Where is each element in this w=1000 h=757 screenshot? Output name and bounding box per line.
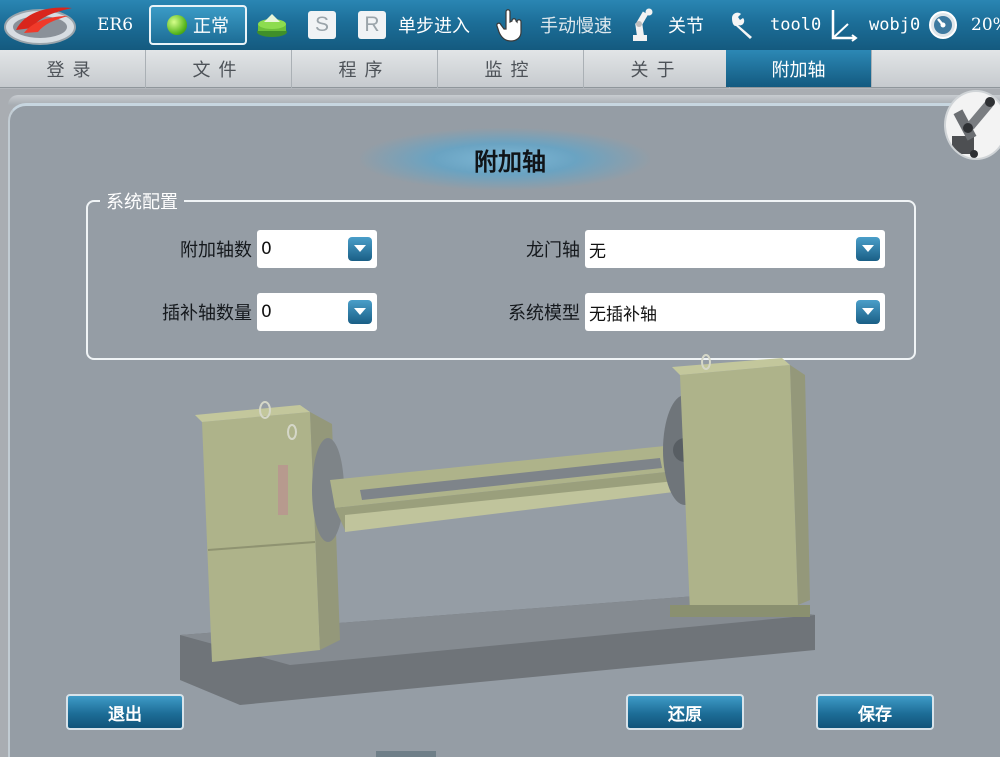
tool-name[interactable]: tool0 [770, 0, 821, 50]
robot-arm-icon[interactable] [627, 0, 661, 50]
extra-axis-count-select[interactable]: 0 [257, 230, 377, 268]
chevron-down-icon[interactable] [856, 300, 880, 324]
system-model-label: 系统模型 [508, 303, 580, 324]
robot-name: ER6 [97, 15, 134, 35]
robot-state-label: 正常 [193, 16, 229, 37]
interp-axis-count-value: 0 [261, 302, 272, 322]
robot-arm-badge-icon[interactable] [944, 90, 1000, 160]
main-menu-bar: 登录 文件 程序 监控 关于 附加轴 [0, 50, 1000, 88]
system-config-group [86, 200, 916, 360]
system-model-value: 无插补轴 [589, 304, 657, 325]
exit-button[interactable]: 退出 [66, 694, 184, 730]
restore-button[interactable]: 还原 [626, 694, 744, 730]
page-title: 附加轴 [474, 146, 546, 176]
save-button[interactable]: 保存 [816, 694, 934, 730]
coordinate-axes-icon[interactable] [828, 0, 862, 50]
bottom-handle[interactable] [376, 751, 436, 757]
company-logo [2, 0, 78, 50]
system-model-select[interactable]: 无插补轴 [585, 293, 885, 331]
interp-axis-count-label: 插补轴数量 [162, 303, 252, 324]
speed-mode-label[interactable]: 手动慢速 [540, 0, 612, 50]
hand-pointer-icon[interactable] [495, 0, 529, 50]
speed-gauge-icon[interactable] [928, 0, 958, 50]
gantry-axis-label: 龙门轴 [526, 240, 580, 261]
wrench-icon[interactable] [728, 0, 762, 50]
interp-axis-count-select[interactable]: 0 [257, 293, 377, 331]
menu-item-about[interactable]: 关于 [584, 50, 730, 88]
state-indicator-icon [167, 15, 187, 35]
menu-item-file[interactable]: 文件 [146, 50, 292, 88]
positioner-illustration [150, 350, 850, 720]
menu-item-extra-axis[interactable]: 附加轴 [726, 50, 872, 87]
menu-item-login[interactable]: 登录 [0, 50, 146, 88]
menu-item-program[interactable]: 程序 [292, 50, 438, 88]
gantry-axis-value: 无 [589, 241, 606, 262]
status-bar: ER6 正常 S R 单步进入 手动慢速 关节 tool0 wobj0 20 [0, 0, 1000, 50]
work-object-name[interactable]: wobj0 [869, 0, 920, 50]
chevron-down-icon[interactable] [348, 300, 372, 324]
chevron-down-icon[interactable] [348, 237, 372, 261]
step-mode-label[interactable]: 单步进入 [398, 0, 470, 50]
robot-state-button[interactable]: 正常 [149, 5, 247, 45]
s-toggle-icon[interactable]: S [308, 11, 336, 39]
coordinate-mode-label[interactable]: 关节 [668, 0, 704, 50]
stack-layers-icon[interactable] [255, 0, 289, 50]
chevron-down-icon[interactable] [856, 237, 880, 261]
speed-percent[interactable]: 20% [971, 0, 1000, 50]
r-toggle-icon[interactable]: R [358, 11, 386, 39]
extra-axis-count-value: 0 [261, 239, 272, 259]
menu-item-monitor[interactable]: 监控 [438, 50, 584, 88]
extra-axis-count-label: 附加轴数 [180, 240, 252, 261]
gantry-axis-select[interactable]: 无 [585, 230, 885, 268]
system-config-title: 系统配置 [100, 188, 184, 214]
